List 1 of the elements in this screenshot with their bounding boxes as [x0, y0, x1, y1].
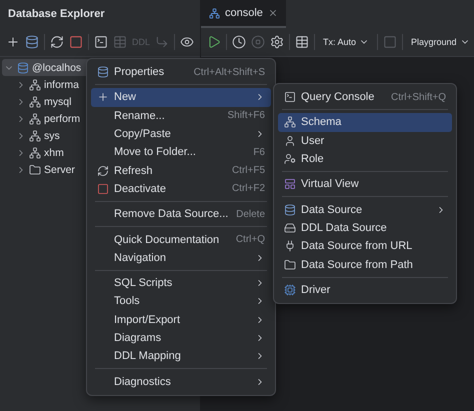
panel-title: Database Explorer: [7, 7, 106, 22]
